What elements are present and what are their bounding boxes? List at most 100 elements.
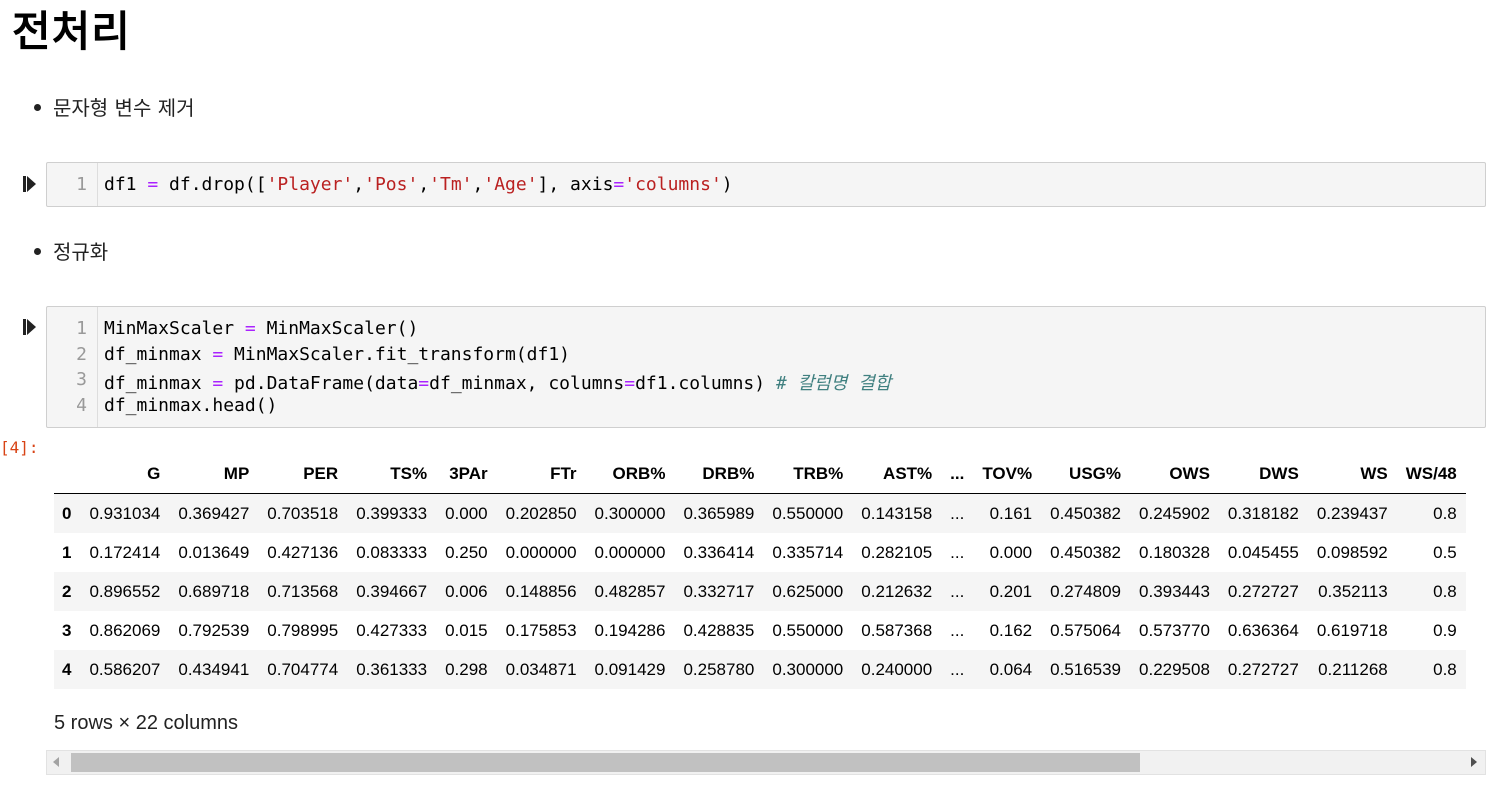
bullet-text: 문자형 변수 제거 (53, 96, 195, 120)
column-header: TRB% (763, 454, 853, 494)
table-cell: 0.239437 (1316, 503, 1388, 523)
table-cell: 0.318182 (1227, 503, 1299, 523)
code-line[interactable]: df_minmax = pd.DataFrame(data=df_minmax,… (104, 369, 891, 395)
table-row: 3 0.862069 0.792539 0.798995 0.427333 0.015 0.… (54, 611, 1466, 650)
table-cell: 0.148856 (505, 581, 577, 601)
line-number: 1 (76, 318, 87, 339)
table-cell: 0.689718 (178, 581, 250, 601)
line-number: 4 (76, 395, 87, 416)
table-cell: 0.427136 (267, 542, 339, 562)
row-index: 4 (62, 659, 72, 679)
bullet-item: 정규화 (34, 236, 108, 265)
table-cell: 0.083333 (356, 542, 428, 562)
table-cell: 0.000000 (594, 542, 666, 562)
table-cell: 0.045455 (1227, 542, 1299, 562)
table-cell: 0.240000 (861, 659, 933, 679)
table-cell: 0.013649 (178, 542, 250, 562)
table-cell: 0.091429 (594, 659, 666, 679)
table-cell: 0.394667 (356, 581, 428, 601)
code-cell-2[interactable]: 1 2 3 4 MinMaxScaler = MinMaxScaler() df… (46, 306, 1486, 428)
table-cell: 0.098592 (1316, 542, 1388, 562)
table-cell: 0.550000 (772, 620, 844, 640)
column-header: DRB% (674, 454, 764, 494)
column-header: ORB% (585, 454, 675, 494)
bullet-dot (34, 248, 41, 255)
scrollbar-thumb[interactable] (71, 753, 1140, 772)
column-header: MP (169, 454, 259, 494)
table-cell: 0.000000 (505, 542, 577, 562)
table-cell: ... (950, 542, 965, 562)
table-cell: 0.550000 (772, 503, 844, 523)
table-cell: 0.274809 (1050, 581, 1122, 601)
table-cell: 0.212632 (861, 581, 933, 601)
code-line[interactable]: MinMaxScaler = MinMaxScaler() (104, 318, 418, 339)
table-cell: 0.516539 (1050, 659, 1122, 679)
table-cell: 0.931034 (89, 503, 161, 523)
line-number: 1 (76, 174, 87, 195)
table-cell: 0.450382 (1050, 503, 1122, 523)
rows-columns-info: 5 rows × 22 columns (54, 712, 238, 734)
table-cell: 0.586207 (89, 659, 161, 679)
column-header: G (80, 454, 170, 494)
table-cell: 0.172414 (89, 542, 161, 562)
column-header: PER (258, 454, 348, 494)
table-cell: ... (950, 503, 965, 523)
table-cell: 0.064 (989, 659, 1033, 679)
column-header: WS (1307, 454, 1397, 494)
table-cell: 0.636364 (1227, 620, 1299, 640)
code-line[interactable]: df_minmax = MinMaxScaler.fit_transform(d… (104, 344, 570, 365)
row-index: 2 (62, 581, 72, 601)
table-cell: 0.175853 (505, 620, 577, 640)
row-index: 0 (62, 503, 72, 523)
table-cell: 0.5 (1433, 542, 1457, 562)
table-cell: 0.361333 (356, 659, 428, 679)
table-cell: 0.194286 (594, 620, 666, 640)
table-row: 4 0.586207 0.434941 0.704774 0.361333 0.298 0.… (54, 650, 1466, 689)
dataframe-output: G MP PER TS% 3PAr FTr ORB% DRB% TRB% AST%... TOV% U… (54, 454, 1486, 694)
table-cell: 0.399333 (356, 503, 428, 523)
table-cell: 0.352113 (1318, 581, 1388, 601)
bullet-text: 정규화 (53, 240, 109, 264)
table-cell: 0.8 (1433, 581, 1457, 601)
table-cell: 0.272727 (1227, 659, 1299, 679)
table-cell: 0.713568 (267, 581, 339, 601)
table-cell: ... (950, 620, 965, 640)
column-header: WS/48 (1396, 454, 1466, 494)
run-cell-icon[interactable] (22, 318, 38, 336)
column-header: TS% (347, 454, 437, 494)
table-row: 1 0.172414 0.013649 0.427136 0.083333 0.250 0.… (54, 533, 1466, 572)
row-index: 1 (62, 542, 72, 562)
column-header: DWS (1218, 454, 1308, 494)
scroll-right-arrow-icon[interactable] (1471, 757, 1477, 767)
code-line[interactable]: df1 = df.drop(['Player','Pos','Tm','Age'… (104, 174, 733, 195)
bullet-item: 문자형 변수 제거 (34, 92, 195, 121)
table-cell: 0.427333 (356, 620, 428, 640)
code-cell-1[interactable]: 1 df1 = df.drop(['Player','Pos','Tm','Ag… (46, 162, 1486, 207)
table-cell: 0.8 (1433, 503, 1457, 523)
line-number: 2 (76, 344, 87, 365)
table-cell: 0.862069 (89, 620, 161, 640)
section-heading: 전처리 (12, 7, 131, 56)
table-cell: 0.896552 (89, 581, 161, 601)
column-header: OWS (1130, 454, 1219, 494)
table-cell: 0.703518 (267, 503, 339, 523)
table-cell: 0.272727 (1227, 581, 1299, 601)
table-cell: 0.575064 (1050, 620, 1122, 640)
table-cell: 0.245902 (1139, 503, 1210, 523)
table-cell: 0.201 (989, 581, 1033, 601)
line-number-gutter: 1 2 3 4 (47, 307, 98, 427)
table-cell: 0.335714 (772, 542, 844, 562)
run-cell-icon[interactable] (22, 175, 38, 193)
table-cell: ... (950, 659, 965, 679)
column-header: AST% (852, 454, 942, 494)
dataframe-table: G MP PER TS% 3PAr FTr ORB% DRB% TRB% AST%... TOV% U… (54, 454, 1466, 689)
horizontal-scrollbar[interactable] (46, 750, 1486, 775)
table-cell: 0.619718 (1316, 620, 1388, 640)
index-header (54, 454, 81, 494)
table-cell: 0.336414 (683, 542, 755, 562)
scroll-left-arrow-icon[interactable] (53, 757, 59, 767)
code-line[interactable]: df_minmax.head() (104, 395, 277, 416)
table-cell: 0.482857 (594, 581, 666, 601)
table-cell: 0.434941 (178, 659, 250, 679)
table-cell: 0.034871 (505, 659, 577, 679)
